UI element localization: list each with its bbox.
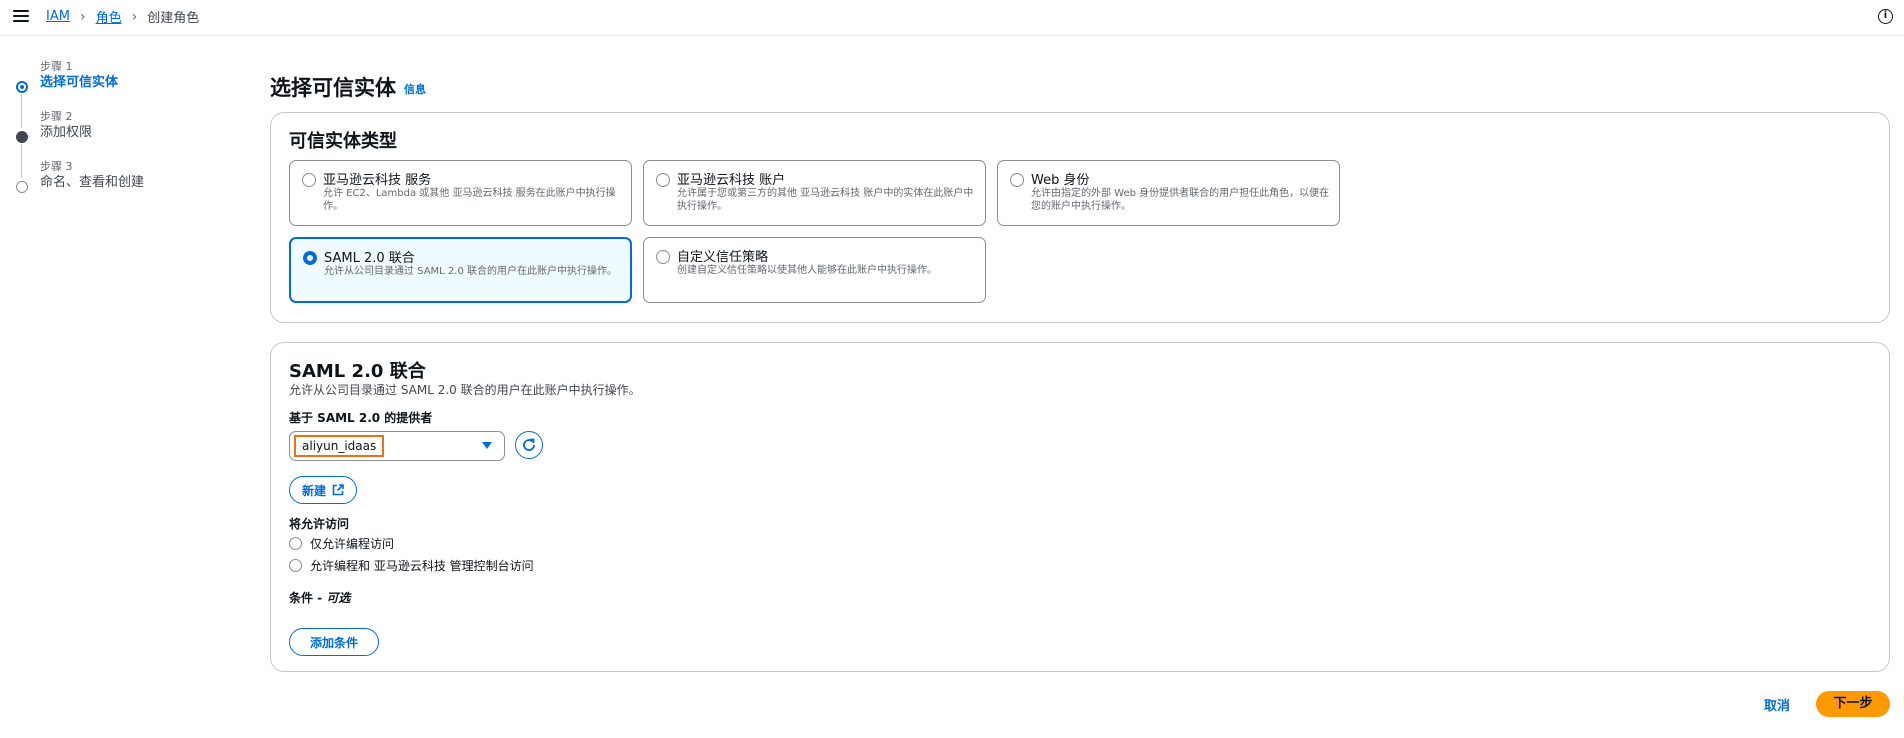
page-title: 选择可信实体 (270, 76, 396, 100)
step-number: 步骤 3 (40, 160, 73, 173)
step-label: 命名、查看和创建 (40, 175, 145, 190)
wizard-steps: 步骤 1 选择可信实体 步骤 2 添加权限 步骤 3 命名、查看和创建 (14, 60, 244, 210)
step-1: 步骤 1 选择可信实体 (14, 60, 244, 128)
access-option-label: 允许编程和 亚马逊云科技 管理控制台访问 (310, 559, 534, 573)
provider-select[interactable]: aliyun_idaas (289, 431, 505, 461)
breadcrumb-current: 创建角色 (147, 11, 200, 26)
saml-federation-panel: SAML 2.0 联合 允许从公司目录通过 SAML 2.0 联合的用户在此账户… (270, 342, 1890, 672)
tile-custom-trust-policy[interactable]: 自定义信任策略 创建自定义信任策略以使其他人能够在此账户中执行操作。 (643, 237, 986, 303)
top-bar: IAM › 角色 › 创建角色 i (0, 0, 1904, 36)
step-indicator-icon (16, 131, 28, 143)
radio-icon[interactable] (656, 250, 670, 264)
tile-aws-account[interactable]: 亚马逊云科技 账户 允许属于您或第三方的其他 亚马逊云科技 账户中的实体在此账户… (643, 160, 986, 226)
new-provider-button[interactable]: 新建 (289, 476, 357, 504)
tile-title: SAML 2.0 联合 (324, 251, 415, 266)
cancel-button[interactable]: 取消 (1764, 695, 1790, 714)
tile-desc: 创建自定义信任策略以使其他人能够在此账户中执行操作。 (677, 265, 937, 276)
info-icon[interactable]: i (1878, 9, 1893, 24)
radio-selected-icon[interactable] (303, 251, 317, 265)
step-3: 步骤 3 命名、查看和创建 (14, 160, 244, 210)
external-link-icon (332, 484, 344, 496)
tile-desc: 允许 EC2、Lambda 或其他 亚马逊云科技 服务在此账户中执行操作。 (323, 188, 616, 212)
breadcrumb-iam[interactable]: IAM (46, 9, 70, 24)
breadcrumb: IAM › 角色 › 创建角色 (46, 7, 200, 27)
step-2: 步骤 2 添加权限 (14, 110, 244, 178)
step-number: 步骤 2 (40, 110, 73, 123)
tile-web-identity[interactable]: Web 身份 允许由指定的外部 Web 身份提供者联合的用户担任此角色，以便在您… (997, 160, 1340, 226)
menu-icon[interactable] (13, 8, 29, 24)
tile-title: 亚马逊云科技 账户 (677, 173, 786, 188)
breadcrumb-roles[interactable]: 角色 (96, 7, 122, 26)
tile-desc: 允许从公司目录通过 SAML 2.0 联合的用户在此账户中执行操作。 (324, 266, 618, 277)
step-indicator-icon (16, 181, 28, 193)
radio-icon[interactable] (1010, 173, 1024, 187)
provider-select-value: aliyun_idaas (294, 435, 385, 457)
radio-icon[interactable] (656, 173, 670, 187)
trusted-entity-panel: 可信实体类型 亚马逊云科技 服务 允许 EC2、Lambda 或其他 亚马逊云科… (270, 112, 1890, 323)
panel-title: 可信实体类型 (289, 131, 397, 152)
add-condition-button[interactable]: 添加条件 (289, 628, 379, 656)
info-link[interactable]: 信息 (404, 81, 426, 97)
access-option-console[interactable]: 允许编程和 亚马逊云科技 管理控制台访问 (289, 557, 534, 574)
chevron-right-icon: › (79, 8, 86, 25)
optional-tag: 可选 (326, 591, 351, 605)
radio-icon[interactable] (289, 559, 302, 572)
access-option-programmatic[interactable]: 仅允许编程访问 (289, 535, 394, 552)
panel-title: SAML 2.0 联合 (289, 361, 426, 382)
radio-icon[interactable] (289, 537, 302, 550)
access-label: 将允许访问 (289, 517, 350, 531)
step-label[interactable]: 选择可信实体 (40, 74, 244, 92)
radio-icon[interactable] (302, 173, 316, 187)
caret-down-icon (482, 442, 492, 449)
panel-description: 允许从公司目录通过 SAML 2.0 联合的用户在此账户中执行操作。 (289, 383, 641, 397)
step-indicator-icon (16, 81, 28, 93)
tile-title: 亚马逊云科技 服务 (323, 173, 432, 188)
access-option-label: 仅允许编程访问 (310, 537, 395, 551)
tile-desc: 允许属于您或第三方的其他 亚马逊云科技 账户中的实体在此账户中执行操作。 (677, 188, 974, 212)
new-button-label: 新建 (301, 483, 326, 498)
step-number: 步骤 1 (40, 60, 73, 73)
refresh-icon (523, 438, 535, 451)
next-button[interactable]: 下一步 (1816, 691, 1890, 717)
tile-desc: 允许由指定的外部 Web 身份提供者联合的用户担任此角色，以便在您的账户中执行操… (1031, 188, 1330, 212)
tile-title: 自定义信任策略 (677, 250, 769, 265)
tile-title: Web 身份 (1031, 173, 1090, 188)
step-label: 添加权限 (40, 125, 93, 140)
provider-label: 基于 SAML 2.0 的提供者 (289, 411, 433, 425)
tile-aws-service[interactable]: 亚马逊云科技 服务 允许 EC2、Lambda 或其他 亚马逊云科技 服务在此账… (289, 160, 632, 226)
tile-saml-federation[interactable]: SAML 2.0 联合 允许从公司目录通过 SAML 2.0 联合的用户在此账户… (289, 237, 632, 303)
add-condition-label: 添加条件 (309, 635, 358, 650)
conditions-label: 条件 - 可选 (289, 591, 351, 605)
chevron-right-icon: › (131, 8, 138, 25)
refresh-button[interactable] (515, 431, 543, 459)
